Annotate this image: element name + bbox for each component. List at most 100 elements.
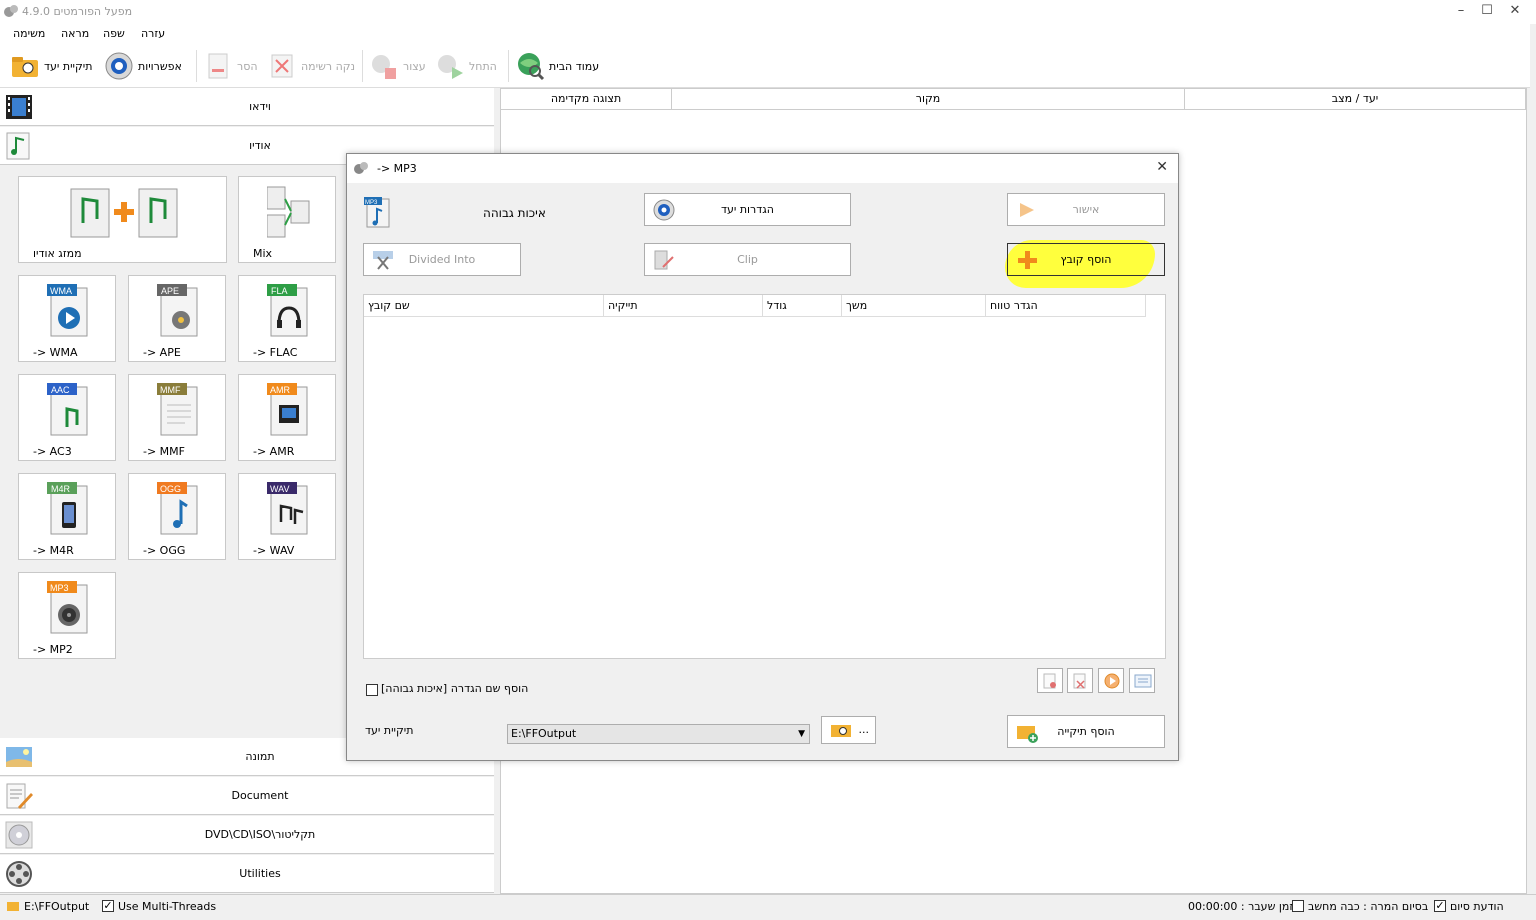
output-folder-combo[interactable]: E:\FFOutput ▼ [507, 724, 810, 744]
tile-mix[interactable]: Mix [238, 176, 336, 263]
append-setting-checkbox[interactable] [366, 684, 378, 696]
shutdown-label: בסיום המרה : כבה מחשב [1308, 900, 1429, 913]
tile-audio-joiner[interactable]: ממזג אודיו [18, 176, 227, 263]
tile-ape[interactable]: APE -> APE [128, 275, 226, 362]
column-preview[interactable]: תצוגה מקדימה [501, 89, 672, 110]
column-range[interactable]: הגדר טווח [986, 295, 1146, 317]
clip-button[interactable]: Clip [644, 243, 851, 276]
svg-text:OGG: OGG [160, 484, 181, 494]
document-remove-icon [1043, 673, 1056, 689]
multithreads-label: Use Multi-Threads [118, 900, 217, 913]
clear-list-icon [271, 54, 293, 78]
clear-list-icon [1073, 673, 1086, 689]
stop-button[interactable]: עצור [369, 48, 426, 84]
scissors-film-icon [373, 251, 393, 270]
ok-button[interactable]: אישור [1007, 193, 1165, 226]
remove-file-button[interactable] [1037, 668, 1063, 693]
remove-button[interactable]: הסר [203, 48, 258, 84]
svg-text:AMR: AMR [270, 385, 291, 395]
menu-help[interactable]: עזרה [141, 27, 165, 40]
options-button[interactable]: אפשרויות [104, 48, 182, 84]
svg-text:M4R: M4R [51, 484, 71, 494]
divided-into-button[interactable]: Divided Into [363, 243, 521, 276]
window-scrollbar[interactable] [1530, 24, 1536, 894]
output-settings-button[interactable]: הגדרות יעד [644, 193, 851, 226]
menu-task[interactable]: משימה [13, 27, 45, 40]
svg-text:MP3: MP3 [365, 200, 378, 206]
wma-file-icon: WMA [47, 284, 88, 337]
mp2-file-icon: MP3 [47, 581, 88, 634]
column-output-status[interactable]: יעד / מצב [1185, 89, 1526, 110]
window-title: מפעל הפורמטים 4.9.0 [22, 5, 133, 18]
clip-icon [654, 250, 674, 270]
maximize-button[interactable]: ☐ [1472, 0, 1502, 24]
tile-wav[interactable]: WAV -> WAV [238, 473, 336, 560]
multithreads-checkbox[interactable]: ✓ [102, 900, 114, 912]
arrow-right-icon [1020, 203, 1034, 217]
start-button[interactable]: התחל [435, 48, 497, 84]
category-document[interactable]: Document [0, 777, 494, 815]
play-icon [1104, 673, 1120, 689]
ogg-file-icon: OGG [157, 482, 198, 535]
tile-flac[interactable]: FLA -> FLAC [238, 275, 336, 362]
add-folder-button[interactable]: הוסף תיקייה [1007, 715, 1165, 748]
category-utilities[interactable]: Utilities [0, 855, 494, 893]
amr-file-icon: AMR [267, 383, 308, 436]
output-folder-button[interactable]: תיקיית יעד [10, 48, 93, 84]
column-folder[interactable]: תייקיה [604, 295, 763, 317]
chevron-down-icon: ▼ [798, 729, 805, 739]
tile-ogg[interactable]: OGG -> OGG [128, 473, 226, 560]
app-icon [4, 5, 18, 17]
tile-wma[interactable]: WMA -> WMA [18, 275, 116, 362]
mmf-file-icon: MMF [157, 383, 198, 436]
shutdown-checkbox[interactable] [1292, 900, 1304, 912]
column-size[interactable]: גודל [763, 295, 842, 317]
dialog-close-button[interactable]: ✕ [1156, 159, 1168, 175]
app-icon [354, 162, 368, 174]
tile-mp2[interactable]: MP3 -> MP2 [18, 572, 116, 659]
tile-mmf[interactable]: MMF -> MMF [128, 374, 226, 461]
gear-icon [653, 199, 675, 221]
svg-text:AAC: AAC [51, 385, 70, 395]
status-output-path: E:\FFOutput [24, 900, 90, 913]
menu-language[interactable]: שפה [103, 27, 125, 40]
quality-label: איכות גבוהה [483, 206, 546, 220]
clear-list-button[interactable]: נקה רשימה [267, 48, 355, 84]
folder-add-icon [1017, 726, 1038, 743]
wav-file-icon: WAV [267, 482, 308, 535]
menu-view[interactable]: מראה [61, 27, 89, 40]
add-file-button[interactable]: הוסף קובץ [1007, 243, 1165, 276]
start-icon [438, 55, 463, 79]
flac-file-icon: FLA [267, 284, 308, 337]
column-source[interactable]: מקור [672, 89, 1185, 110]
close-button[interactable]: ✕ [1500, 0, 1530, 24]
browse-folder-button[interactable]: ... [821, 716, 876, 744]
column-file-name[interactable]: שם קובץ [364, 295, 604, 317]
svg-text:WAV: WAV [270, 484, 290, 494]
ac3-file-icon: AAC [47, 383, 88, 436]
column-duration[interactable]: משך [842, 295, 986, 317]
media-info-button[interactable] [1129, 668, 1155, 693]
tile-m4r[interactable]: M4R -> M4R [18, 473, 116, 560]
audio-mix-icon [267, 186, 310, 238]
home-page-button[interactable]: עמוד הבית [515, 48, 599, 84]
svg-text:FLA: FLA [271, 286, 288, 296]
dialog-title: -> MP3 [377, 162, 417, 175]
folder-icon [831, 725, 851, 737]
category-dvd-cd-iso[interactable]: DVD\CD\ISO\תקליטור [0, 816, 494, 854]
notify-checkbox[interactable]: ✓ [1434, 900, 1446, 912]
folder-icon [12, 57, 38, 77]
gear-icon [105, 52, 133, 80]
tile-amr[interactable]: AMR -> AMR [238, 374, 336, 461]
notify-label: הודעת סיום [1450, 900, 1504, 913]
svg-text:MP3: MP3 [50, 583, 69, 593]
tile-ac3[interactable]: AAC -> AC3 [18, 374, 116, 461]
title-bar: מפעל הפורמטים 4.9.0 – ☐ ✕ [0, 0, 1536, 24]
stop-icon [372, 55, 396, 79]
clear-files-button[interactable] [1067, 668, 1093, 693]
ape-file-icon: APE [157, 284, 198, 337]
play-button[interactable] [1098, 668, 1124, 693]
dialog-title-bar: -> MP3 ✕ [347, 154, 1178, 183]
category-video[interactable]: וידאו [0, 88, 494, 126]
file-list[interactable]: שם קובץ תייקיה גודל משך הגדר טווח [363, 294, 1166, 659]
